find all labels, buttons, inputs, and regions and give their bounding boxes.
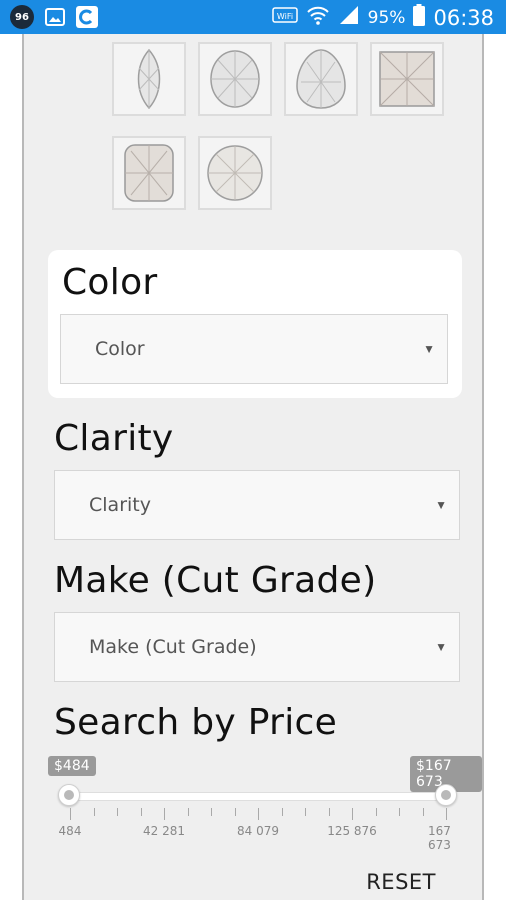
scale-tick — [375, 808, 377, 816]
tick-label: 84 079 — [237, 824, 279, 838]
scale-tick — [140, 808, 142, 816]
scale-tick — [70, 808, 71, 820]
pear-diamond-icon — [296, 49, 346, 109]
image-icon — [44, 6, 66, 28]
scale-tick — [446, 808, 447, 820]
princess-diamond-icon — [379, 51, 435, 107]
clarity-select-value: Clarity — [89, 494, 151, 516]
round-diamond-icon — [207, 145, 263, 201]
scale-tick — [328, 808, 330, 816]
chevron-down-icon: ▼ — [435, 498, 447, 512]
price-min-handle[interactable] — [58, 784, 80, 806]
shape-pear-button[interactable] — [284, 42, 358, 116]
oval-diamond-icon — [210, 50, 260, 108]
color-filter-card: Color Color ▼ — [48, 250, 462, 398]
color-heading: Color — [62, 262, 158, 303]
scale-tick — [305, 808, 306, 816]
tick-label: 42 281 — [143, 824, 185, 838]
scale-tick — [117, 808, 118, 816]
battery-icon — [413, 4, 426, 31]
scale-tick — [164, 808, 165, 820]
price-min-tag: $484 — [48, 756, 96, 776]
color-select[interactable]: Color ▼ — [60, 314, 448, 384]
scale-tick — [281, 808, 283, 816]
shape-marquise-button[interactable] — [112, 42, 186, 116]
scale-tick — [187, 808, 189, 816]
make-select-value: Make (Cut Grade) — [89, 636, 257, 658]
chevron-down-icon: ▼ — [423, 342, 435, 356]
tick-label: 125 876 — [327, 824, 377, 838]
scale-tick — [422, 808, 424, 816]
wifi-icon — [306, 5, 330, 30]
price-slider-track[interactable] — [68, 792, 450, 801]
app-c-icon — [76, 6, 98, 28]
shape-oval-button[interactable] — [198, 42, 272, 116]
price-max-handle[interactable] — [435, 784, 457, 806]
clock: 06:38 — [433, 5, 494, 30]
reset-button[interactable]: RESET — [366, 870, 436, 894]
shape-princess-button[interactable] — [370, 42, 444, 116]
shape-cushion-button[interactable] — [112, 136, 186, 210]
price-heading: Search by Price — [54, 702, 338, 743]
clarity-select[interactable]: Clarity ▼ — [54, 470, 460, 540]
scale-tick — [258, 808, 259, 820]
scale-tick — [234, 808, 236, 816]
notification-badge-icon: 96 — [10, 5, 34, 29]
status-bar: 96 WiFi 95% 06:38 — [0, 0, 506, 34]
scale-tick — [399, 808, 400, 816]
page-content: Color Color ▼ Clarity Clarity ▼ Make (Cu… — [22, 34, 484, 900]
shape-round-button[interactable] — [198, 136, 272, 210]
color-select-value: Color — [95, 338, 145, 360]
battery-percent: 95% — [367, 7, 406, 28]
signal-icon — [338, 5, 360, 30]
cushion-diamond-icon — [124, 144, 174, 202]
chevron-down-icon: ▼ — [435, 640, 447, 654]
make-select[interactable]: Make (Cut Grade) ▼ — [54, 612, 460, 682]
make-heading: Make (Cut Grade) — [54, 560, 377, 601]
svg-text:WiFi: WiFi — [277, 12, 293, 21]
clarity-heading: Clarity — [54, 418, 174, 459]
scale-tick — [93, 808, 95, 816]
tick-label: 167 673 — [428, 824, 451, 852]
wifi-calling-icon: WiFi — [271, 6, 298, 29]
scale-tick — [211, 808, 212, 816]
tick-label: 484 — [58, 824, 82, 838]
scale-tick — [352, 808, 353, 820]
marquise-diamond-icon — [137, 48, 161, 110]
